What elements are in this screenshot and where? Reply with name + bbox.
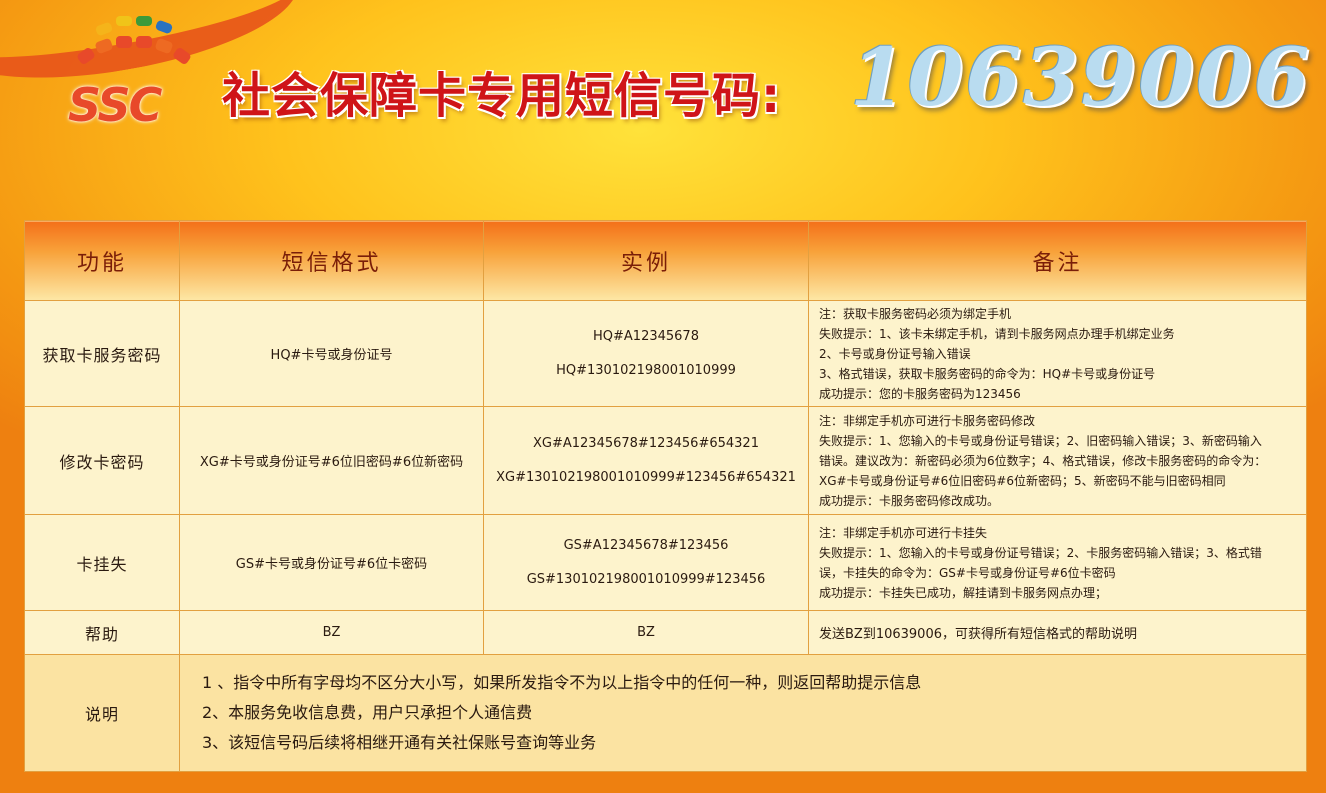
table-header-row: 功能 短信格式 实例 备注 <box>24 220 1307 301</box>
note-line: 注：获取卡服务密码必须为绑定手机 <box>819 306 1012 321</box>
example-line: XG#130102198001010999#123456#654321 <box>496 469 796 485</box>
example-line: HQ#130102198001010999 <box>556 362 736 378</box>
sms-command-table: 功能 短信格式 实例 备注 获取卡服务密码 HQ#卡号或身份证号 HQ#A123… <box>24 220 1307 772</box>
header-format: 短信格式 <box>179 220 484 301</box>
explanation-item: 1 、指令中所有字母均不区分大小写，如果所发指令不为以上指令中的任何一种，则返回… <box>202 673 922 692</box>
example-line: GS#130102198001010999#123456 <box>526 571 766 587</box>
example-cell: BZ <box>483 610 809 655</box>
explanation-label: 说明 <box>24 654 180 772</box>
logo-text: SSC <box>68 78 162 132</box>
format-cell: BZ <box>179 610 484 655</box>
table-row: 卡挂失 GS#卡号或身份证号#6位卡密码 GS#A12345678#123456… <box>24 514 1307 611</box>
format-cell: HQ#卡号或身份证号 <box>179 300 484 407</box>
example-line: GS#A12345678#123456 <box>563 537 729 553</box>
sms-number: 10639006 <box>850 30 1312 124</box>
format-cell: GS#卡号或身份证号#6位卡密码 <box>179 514 484 611</box>
function-cell: 卡挂失 <box>24 514 180 611</box>
table-row: 获取卡服务密码 HQ#卡号或身份证号 HQ#A12345678 HQ#13010… <box>24 300 1307 407</box>
example-line: XG#A12345678#123456#654321 <box>533 435 759 451</box>
table-row: 修改卡密码 XG#卡号或身份证号#6位旧密码#6位新密码 XG#A1234567… <box>24 406 1307 515</box>
notes-cell: 发送BZ到10639006，可获得所有短信格式的帮助说明 <box>808 610 1307 655</box>
page-title: 社会保障卡专用短信号码: <box>222 68 782 124</box>
note-line: 错误。建议改为：新密码必须为6位数字；4、格式错误，修改卡服务密码的命令为： <box>819 453 1267 468</box>
note-line: 成功提示：卡服务密码修改成功。 <box>819 493 1000 508</box>
notes-cell: 注：非绑定手机亦可进行卡服务密码修改 失败提示：1、您输入的卡号或身份证号错误；… <box>808 406 1307 515</box>
note-line: 注：非绑定手机亦可进行卡挂失 <box>819 525 988 540</box>
function-cell: 帮助 <box>24 610 180 655</box>
explanation-row: 说明 1 、指令中所有字母均不区分大小写，如果所发指令不为以上指令中的任何一种，… <box>24 654 1307 772</box>
notes-cell: 注：获取卡服务密码必须为绑定手机 失败提示：1、该卡未绑定手机，请到卡服务网点办… <box>808 300 1307 407</box>
note-line: 失败提示：1、该卡未绑定手机，请到卡服务网点办理手机绑定业务 <box>819 326 1175 341</box>
note-line: 失败提示：1、您输入的卡号或身份证号错误；2、旧密码输入错误；3、新密码输入 <box>819 433 1262 448</box>
function-cell: 修改卡密码 <box>24 406 180 515</box>
help-row: 帮助 BZ BZ 发送BZ到10639006，可获得所有短信格式的帮助说明 <box>24 610 1307 655</box>
header-function: 功能 <box>24 220 180 301</box>
note-line: 成功提示：您的卡服务密码为123456 <box>819 386 1021 401</box>
note-line: XG#卡号或身份证号#6位旧密码#6位新密码；5、新密码不能与旧密码相同 <box>819 473 1226 488</box>
note-line: 失败提示：1、您输入的卡号或身份证号错误；2、卡服务密码输入错误；3、格式错 <box>819 545 1262 560</box>
note-line: 误，卡挂失的命令为：GS#卡号或身份证号#6位卡密码 <box>819 565 1116 580</box>
format-cell: XG#卡号或身份证号#6位旧密码#6位新密码 <box>179 406 484 515</box>
header-example: 实例 <box>483 220 809 301</box>
note-line: 2、卡号或身份证号输入错误 <box>819 346 971 361</box>
note-line: 3、格式错误，获取卡服务密码的命令为：HQ#卡号或身份证号 <box>819 366 1156 381</box>
example-cell: HQ#A12345678 HQ#130102198001010999 <box>483 300 809 407</box>
example-line: HQ#A12345678 <box>593 328 699 344</box>
explanation-item: 2、本服务免收信息费，用户只承担个人通信费 <box>202 703 533 722</box>
notes-cell: 注：非绑定手机亦可进行卡挂失 失败提示：1、您输入的卡号或身份证号错误；2、卡服… <box>808 514 1307 611</box>
example-cell: GS#A12345678#123456 GS#13010219800101099… <box>483 514 809 611</box>
header-notes: 备注 <box>808 220 1307 301</box>
explanation-item: 3、该短信号码后续将相继开通有关社保账号查询等业务 <box>202 733 597 752</box>
function-cell: 获取卡服务密码 <box>24 300 180 407</box>
example-cell: XG#A12345678#123456#654321 XG#1301021980… <box>483 406 809 515</box>
note-line: 注：非绑定手机亦可进行卡服务密码修改 <box>819 413 1036 428</box>
note-line: 成功提示：卡挂失已成功，解挂请到卡服务网点办理； <box>819 585 1108 600</box>
ssc-logo: SSC <box>60 10 210 140</box>
explanation-cell: 1 、指令中所有字母均不区分大小写，如果所发指令不为以上指令中的任何一种，则返回… <box>179 654 1307 772</box>
